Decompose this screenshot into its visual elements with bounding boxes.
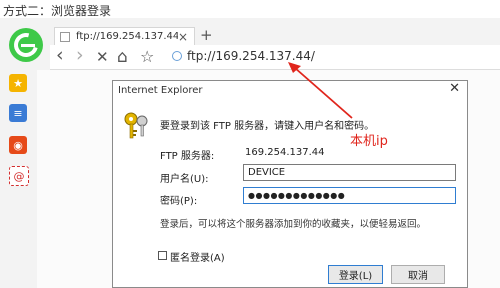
annotation-label: 本机ip — [350, 134, 388, 149]
annotation-arrow-icon — [288, 62, 353, 119]
